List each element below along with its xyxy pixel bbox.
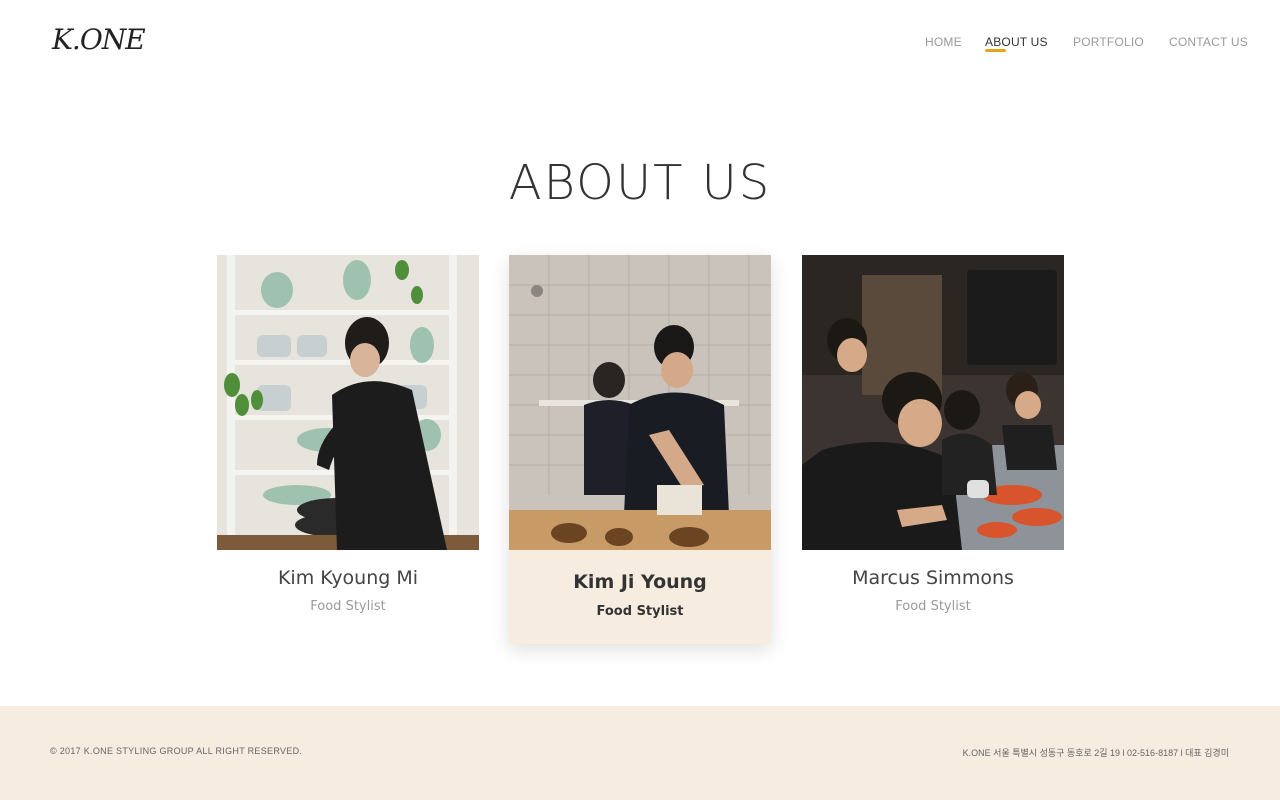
footer: © 2017 K.ONE STYLING GROUP ALL RIGHT RES… <box>0 706 1280 800</box>
member-card[interactable]: Kim Kyoung Mi Food Stylist <box>217 255 479 615</box>
nav-home[interactable]: HOME <box>925 33 962 51</box>
nav-contact-us[interactable]: CONTACT US <box>1169 33 1248 51</box>
copyright-text: © 2017 K.ONE STYLING GROUP ALL RIGHT RES… <box>50 746 303 756</box>
member-role: Food Stylist <box>895 599 971 614</box>
nav-about-us-label: ABOUT US <box>985 35 1048 49</box>
member-role: Food Stylist <box>310 599 386 614</box>
page-title: ABOUT US <box>508 155 772 211</box>
member-role: Food Stylist <box>596 604 684 619</box>
nav-about-us[interactable]: ABOUT US <box>985 33 1048 52</box>
company-address: K.ONE 서울 특별시 성동구 동호로 2길 19 l 02-516-8187… <box>962 748 1229 758</box>
member-card[interactable]: Marcus Simmons Food Stylist <box>802 255 1064 615</box>
active-nav-indicator <box>985 49 1006 52</box>
main-nav: HOME ABOUT US PORTFOLIO CONTACT US <box>0 33 1280 63</box>
nav-portfolio[interactable]: PORTFOLIO <box>1073 33 1144 51</box>
member-name: Kim Ji Young <box>573 571 707 593</box>
member-card-active[interactable]: Kim Ji Young Food Stylist <box>509 255 771 644</box>
member-name: Marcus Simmons <box>852 567 1014 589</box>
member-photo-marcus-simmons <box>802 255 1064 550</box>
member-photo-kim-ji-young <box>509 255 771 550</box>
member-name: Kim Kyoung Mi <box>277 567 419 589</box>
member-photo-kim-kyoung-mi <box>217 255 479 550</box>
